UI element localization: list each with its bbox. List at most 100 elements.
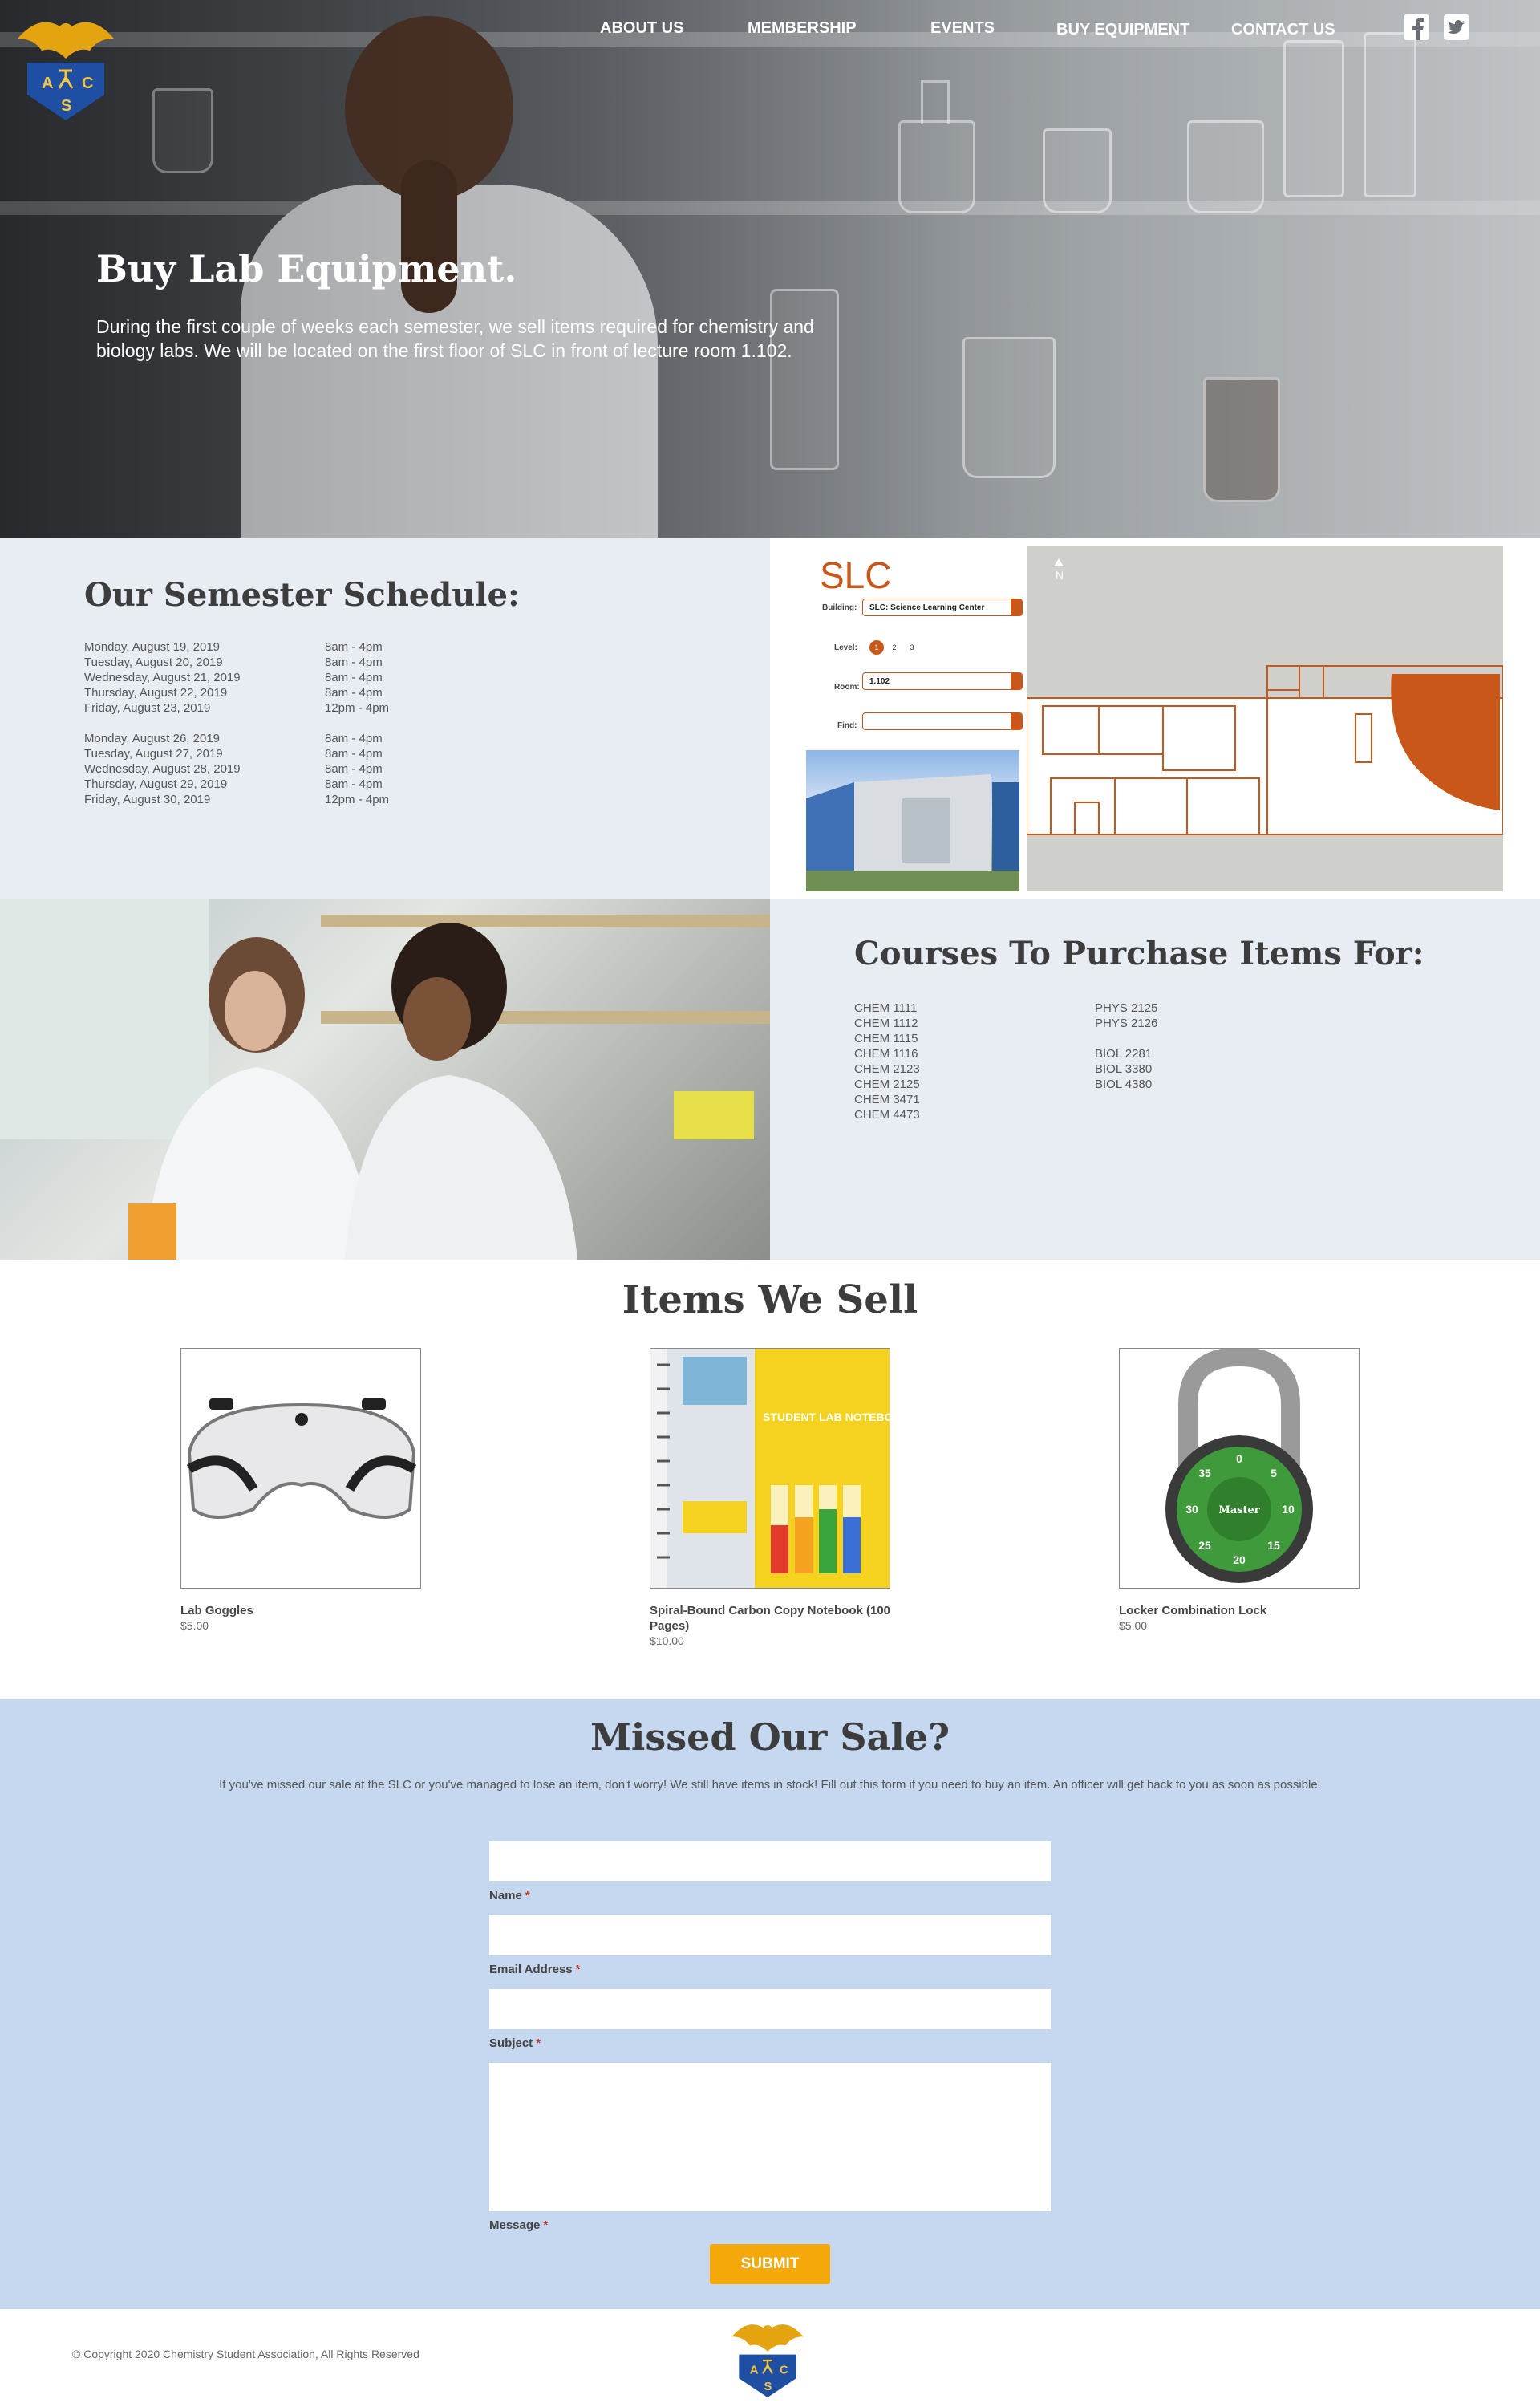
schedule-day: Monday, August 26, 2019: [84, 732, 221, 745]
schedule-section: Our Semester Schedule: Monday, August 19…: [0, 538, 770, 899]
schedule-row: Tuesday, August 27, 2019 8am - 4pm: [84, 746, 485, 761]
schedule-time: 8am - 4pm: [325, 656, 383, 669]
notebook-icon: STUDENT LAB NOTEBOOK: [650, 1349, 890, 1588]
hero-title: Buy Lab Equipment.: [96, 247, 517, 290]
room-select[interactable]: 1.102: [862, 672, 1023, 690]
schedule-row: Thursday, August 22, 2019 8am - 4pm: [84, 685, 485, 700]
course-item: CHEM 3471: [854, 1093, 920, 1106]
logo-letter-s: S: [61, 97, 71, 115]
product-card: STUDENT LAB NOTEBOOK Spiral-Bound Carbon…: [650, 1348, 922, 1648]
dial-number: 35: [1198, 1467, 1211, 1480]
floor-plan-map[interactable]: N: [1026, 546, 1504, 891]
schedule-time: 12pm - 4pm: [325, 701, 390, 715]
dial-number: 10: [1282, 1503, 1295, 1516]
name-label: Name *: [489, 1889, 530, 1902]
logo-letter-a: A: [42, 75, 53, 92]
product-name[interactable]: Locker Combination Lock: [1119, 1603, 1376, 1618]
dial-number: 30: [1185, 1503, 1198, 1516]
name-input[interactable]: [489, 1841, 1051, 1881]
email-input[interactable]: [489, 1915, 1051, 1955]
lab-goggles-image[interactable]: [180, 1348, 421, 1589]
combination-lock-image[interactable]: Master 0 5 10 15 20 25 30 35: [1119, 1348, 1360, 1589]
footer-acs-logo[interactable]: A C S: [726, 2319, 809, 2402]
schedule-row: Tuesday, August 20, 2019 8am - 4pm: [84, 655, 485, 670]
padlock-icon: Master 0 5 10 15 20 25 30 35: [1165, 1349, 1313, 1583]
chevron-down-icon: [1011, 599, 1022, 615]
phys-biol-course-list: PHYS 2125 PHYS 2126 BIOL 2281 BIOL 3380 …: [1095, 1001, 1157, 1092]
nav-about-us[interactable]: ABOUT US: [600, 19, 683, 38]
building-select-value: SLC: Science Learning Center: [869, 603, 985, 612]
chevron-down-icon: [1011, 673, 1022, 689]
missed-description: If you've missed our sale at the SLC or …: [219, 1778, 1321, 1792]
notebook-cover-text: STUDENT LAB NOTEBOOK: [763, 1411, 890, 1423]
schedule-day: Wednesday, August 21, 2019: [84, 671, 241, 684]
hero-section: A C S ABOUT US MEMBERSHIP EVENTS BUY EQU…: [0, 0, 1540, 538]
goggles-icon: [186, 1398, 417, 1519]
schedule-time: 8am - 4pm: [325, 747, 383, 761]
copyright-text: © Copyright 2020 Chemistry Student Assoc…: [72, 2348, 419, 2360]
missed-title: Missed Our Sale?: [590, 1715, 950, 1759]
schedule-time: 8am - 4pm: [325, 762, 383, 776]
find-select[interactable]: [862, 712, 1023, 730]
message-textarea[interactable]: [489, 2063, 1051, 2211]
logo-letter-c: C: [82, 75, 93, 92]
nav-events[interactable]: EVENTS: [930, 19, 995, 38]
product-card: Lab Goggles $5.00: [180, 1348, 453, 1633]
slc-logo: SLC: [820, 554, 892, 596]
course-item: BIOL 2281: [1095, 1047, 1153, 1061]
course-item: CHEM 1115: [854, 1032, 918, 1045]
chem-course-list: CHEM 1111 CHEM 1112 CHEM 1115 CHEM 1116 …: [854, 1001, 920, 1122]
schedule-list: Monday, August 19, 2019 8am - 4pm Tuesday…: [84, 639, 485, 807]
course-item: CHEM 2123: [854, 1062, 920, 1076]
building-illustration: [806, 774, 1019, 891]
hero-description: During the first couple of weeks each se…: [96, 316, 814, 361]
main-nav: ABOUT US MEMBERSHIP EVENTS BUY EQUIPMENT…: [0, 19, 1540, 43]
twitter-icon[interactable]: [1444, 14, 1469, 40]
courses-section: Courses To Purchase Items For: CHEM 1111…: [770, 899, 1540, 1260]
message-label: Message *: [489, 2218, 548, 2232]
course-item: PHYS 2126: [1095, 1017, 1158, 1030]
schedule-day: Friday, August 23, 2019: [84, 701, 211, 715]
required-mark: *: [575, 1963, 581, 1976]
course-item: CHEM 1111: [854, 1001, 918, 1015]
required-mark: *: [525, 1889, 530, 1902]
nav-contact-us[interactable]: CONTACT US: [1231, 21, 1335, 39]
floor-plan-drawing: N: [1026, 558, 1504, 835]
logo-letter-s: S: [764, 2381, 772, 2393]
level-1-button[interactable]: 1: [869, 640, 884, 655]
schedule-gap: [84, 716, 485, 731]
schedule-row: Friday, August 30, 2019 12pm - 4pm: [84, 792, 485, 807]
schedule-time: 8am - 4pm: [325, 777, 383, 791]
product-name[interactable]: Lab Goggles: [180, 1603, 437, 1618]
facebook-icon[interactable]: [1404, 14, 1429, 40]
nav-membership[interactable]: MEMBERSHIP: [748, 19, 857, 38]
level-2-button[interactable]: 2: [887, 640, 902, 655]
subject-label: Subject *: [489, 2036, 541, 2050]
nav-buy-equipment[interactable]: BUY EQUIPMENT: [1056, 21, 1189, 39]
schedule-row: Monday, August 26, 2019 8am - 4pm: [84, 731, 485, 746]
product-price: $10.00: [650, 1634, 684, 1647]
course-item: BIOL 3380: [1095, 1062, 1153, 1076]
schedule-time: 8am - 4pm: [325, 671, 383, 684]
students-illustration: [0, 899, 770, 1260]
product-name[interactable]: Spiral-Bound Carbon Copy Notebook (100 P…: [650, 1603, 906, 1634]
subject-label-text: Subject: [489, 2036, 533, 2050]
course-gap: [1095, 1031, 1157, 1046]
lock-brand: Master: [1218, 1504, 1259, 1516]
level-3-button[interactable]: 3: [905, 640, 919, 655]
slc-map-widget: SLC Building: SLC: Science Learning Cent…: [770, 538, 1540, 899]
subject-input[interactable]: [489, 1989, 1051, 2029]
building-select[interactable]: SLC: Science Learning Center: [862, 599, 1023, 616]
email-label-text: Email Address: [489, 1963, 573, 1976]
name-label-text: Name: [489, 1889, 522, 1902]
schedule-day: Tuesday, August 20, 2019: [84, 656, 223, 669]
message-label-text: Message: [489, 2218, 541, 2232]
dial-number: 5: [1270, 1467, 1277, 1480]
room-label: Room:: [834, 683, 860, 692]
submit-button[interactable]: SUBMIT: [710, 2244, 830, 2284]
notebook-image[interactable]: STUDENT LAB NOTEBOOK: [650, 1348, 890, 1589]
room-select-value: 1.102: [869, 677, 890, 686]
schedule-row: Wednesday, August 28, 2019 8am - 4pm: [84, 761, 485, 777]
schedule-time: 8am - 4pm: [325, 640, 383, 654]
email-label: Email Address *: [489, 1963, 581, 1976]
